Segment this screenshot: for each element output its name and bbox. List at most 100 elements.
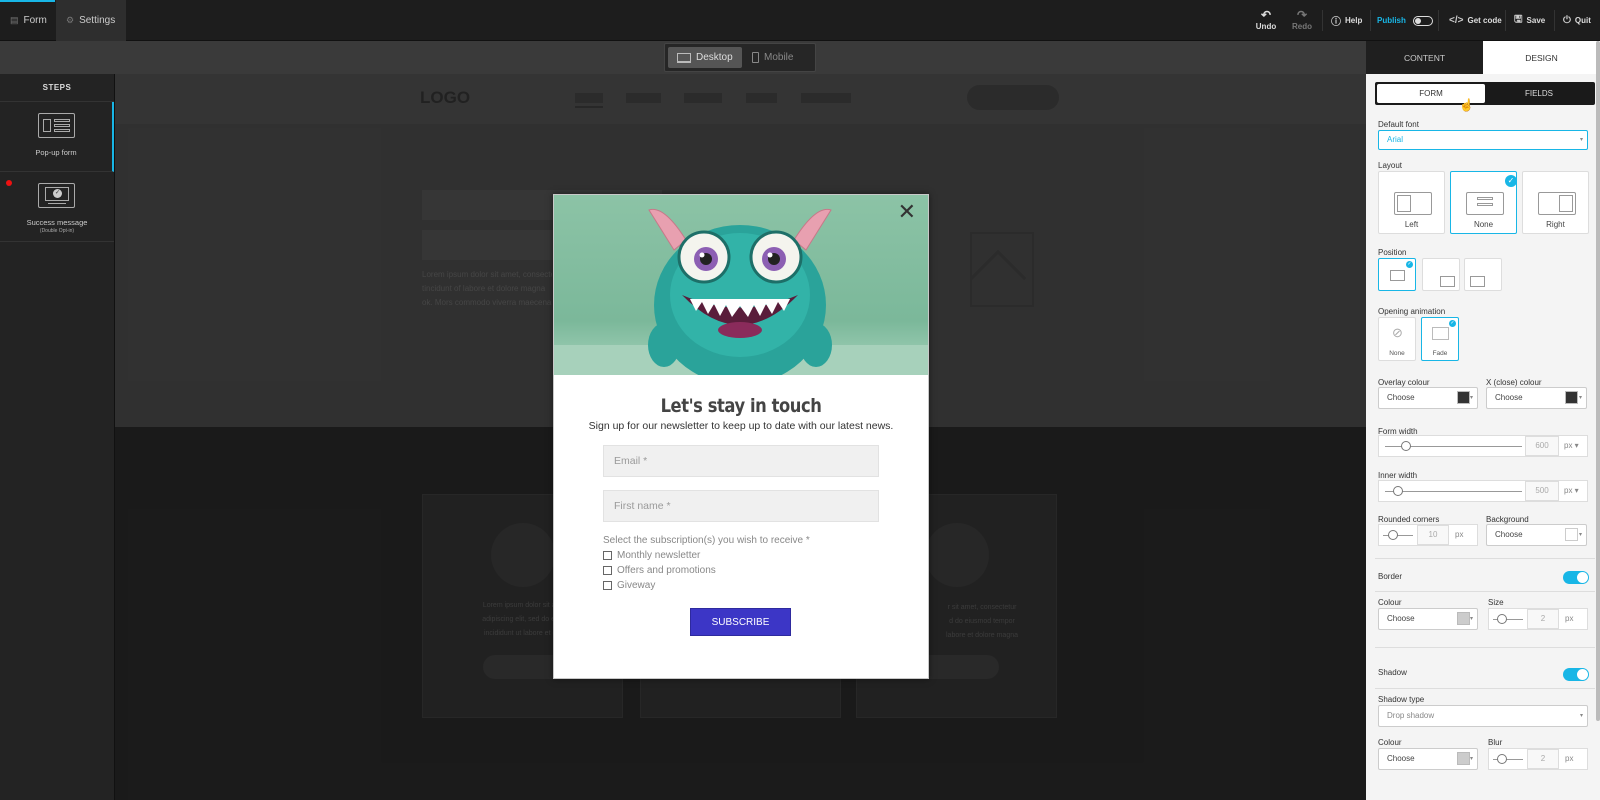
redo-icon: ↷ [1296,8,1308,22]
get-code-button[interactable]: </> Get code [1449,0,1502,41]
divider [1505,10,1506,31]
checkbox-box[interactable] [603,566,612,575]
checkbox-giveway[interactable]: Giveway [603,580,655,591]
position-label: Position [1378,248,1407,257]
default-font-select[interactable]: Arial ▾ [1378,130,1588,150]
code-icon: </> [1449,15,1464,26]
animation-option-label: None [1389,350,1405,357]
rounded-corners-unit: px [1455,530,1464,539]
border-size-label: Size [1488,598,1504,607]
top-bar: ▤ Form ⚙ Settings ↶ Undo ↷ Redo ⓘ Help P… [0,0,1600,41]
choose-label: Choose [1387,393,1415,402]
shadow-colour-picker[interactable]: Choose ▾ [1378,748,1478,770]
background-colour-picker[interactable]: Choose ▾ [1486,524,1587,546]
rounded-corners-slider-knob[interactable] [1388,530,1398,540]
checkbox-monthly-newsletter[interactable]: Monthly newsletter [603,550,700,561]
first-name-field[interactable]: First name * [603,490,879,522]
help-icon: ⓘ [1331,17,1341,28]
animation-option-fade[interactable]: ✓ Fade [1421,317,1459,361]
redo-label: Redo [1292,22,1312,31]
tab-content[interactable]: CONTENT [1366,41,1483,74]
animation-option-none[interactable]: ⊘ None [1378,317,1416,361]
close-icon[interactable]: ✕ [898,201,916,223]
tab-form[interactable]: ▤ Form [0,0,55,41]
position-bottom-right-icon [1440,276,1455,287]
panel-scrollbar[interactable] [1596,41,1600,721]
opening-animation-label: Opening animation [1378,307,1446,316]
position-bottom-left-icon [1470,276,1485,287]
popup-subtitle: Sign up for our newsletter to keep up to… [588,420,894,432]
undo-button[interactable]: ↶ Undo [1251,4,1281,36]
form-width-input[interactable]: 600 [1525,436,1559,456]
x-colour-label: X (close) colour [1486,378,1542,387]
prohibited-icon: ⊘ [1392,325,1403,340]
publish-toggle[interactable] [1412,15,1433,26]
tab-design[interactable]: DESIGN [1483,41,1600,74]
inner-width-unit[interactable]: px ▾ [1564,486,1579,495]
border-colour-picker[interactable]: Choose ▾ [1378,608,1478,630]
layout-option-label: Right [1546,220,1565,229]
shadow-type-select[interactable]: Drop shadow ▾ [1378,705,1588,727]
fade-icon [1432,327,1449,340]
checkbox-box[interactable] [603,551,612,560]
shadow-blur-input[interactable]: 2 [1527,749,1559,769]
step-label: Success message [26,218,88,227]
inner-width-track[interactable] [1385,491,1522,492]
checkbox-box[interactable] [603,581,612,590]
quit-button[interactable]: ⏻ Quit [1563,0,1591,41]
device-bar: Desktop Mobile [0,41,1366,74]
design-panel: CONTENT DESIGN FORM FIELDS ☝ Default fon… [1366,41,1600,800]
divider [1370,10,1371,31]
layout-option-label: Left [1404,220,1419,229]
success-message-icon: ✓ [38,183,75,208]
mobile-icon [752,52,759,63]
mobile-button[interactable]: Mobile [743,47,802,68]
shadow-blur-slider-knob[interactable] [1497,754,1507,764]
help-button[interactable]: ⓘ Help [1331,0,1362,41]
layout-option-none[interactable]: ✓ None [1450,171,1517,234]
step-popup-form[interactable]: Pop-up form [0,102,114,172]
form-width-unit[interactable]: px ▾ [1564,441,1579,450]
default-font-label: Default font [1378,120,1419,129]
tab-settings-label: Settings [79,15,116,26]
desktop-button[interactable]: Desktop [668,47,742,68]
choose-label: Choose [1495,530,1523,539]
position-option-bottom-left[interactable] [1464,258,1502,291]
divider [1438,10,1439,31]
chevron-down-icon: ▾ [1578,532,1582,538]
checkbox-label: Offers and promotions [617,565,716,576]
chevron-down-icon: ▾ [1578,395,1582,401]
border-colour-label: Colour [1378,598,1402,607]
redo-button[interactable]: ↷ Redo [1287,4,1317,36]
border-size-input[interactable]: 2 [1527,609,1559,629]
shadow-blur-control: 2 px [1488,748,1588,770]
tab-settings[interactable]: ⚙ Settings [56,0,126,41]
email-field[interactable]: Email * [603,445,879,477]
overlay-colour-picker[interactable]: Choose ▾ [1378,387,1478,409]
step-success-message[interactable]: ✓ Success message (Double Opt-in) [0,172,114,242]
monster-illustration [554,208,928,375]
subtab-fields[interactable]: FIELDS [1485,84,1593,103]
desktop-label: Desktop [696,52,733,63]
save-button[interactable]: 🖫 Save [1514,0,1545,41]
shadow-type-label: Shadow type [1378,695,1425,704]
subscribe-button[interactable]: SUBSCRIBE [690,608,791,636]
monster-image: ✕ [554,195,928,375]
steps-title: STEPS [0,74,114,102]
animation-option-label: Fade [1432,350,1448,357]
position-option-center[interactable]: ✓ [1378,258,1416,291]
form-width-slider-knob[interactable] [1401,441,1411,451]
desktop-icon [677,52,691,63]
border-toggle[interactable] [1563,571,1589,584]
position-option-bottom-right[interactable] [1422,258,1460,291]
inner-width-input[interactable]: 500 [1525,481,1559,501]
inner-width-slider-knob[interactable] [1393,486,1403,496]
x-colour-picker[interactable]: Choose ▾ [1486,387,1587,409]
checkbox-offers-promotions[interactable]: Offers and promotions [603,565,716,576]
layout-option-right[interactable]: Right [1522,171,1589,234]
border-size-slider-knob[interactable] [1497,614,1507,624]
layout-option-left[interactable]: Left [1378,171,1445,234]
rounded-corners-input[interactable]: 10 [1417,525,1449,545]
shadow-toggle[interactable] [1563,668,1589,681]
publish-control[interactable]: Publish [1377,0,1433,41]
